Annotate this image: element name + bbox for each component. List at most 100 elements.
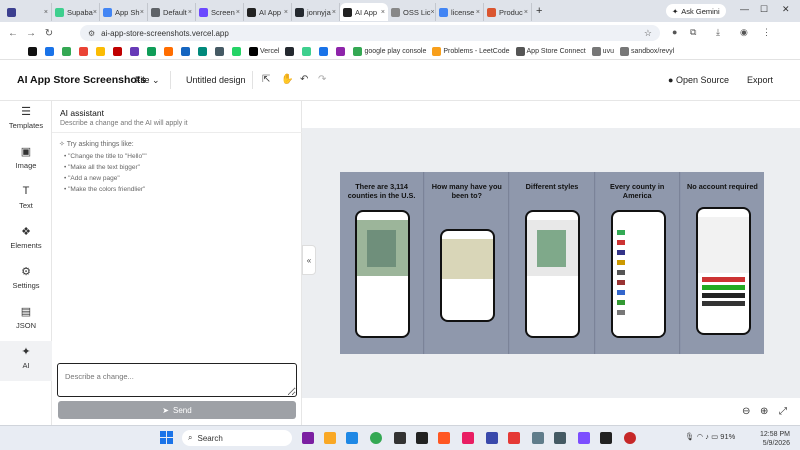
- suggestion-item[interactable]: • "Change the title to "Hello"": [64, 153, 147, 160]
- bookmark-item[interactable]: [147, 47, 158, 56]
- bookmark-item[interactable]: [164, 47, 175, 56]
- screenshot-caption[interactable]: No account required: [683, 182, 762, 192]
- app-icon[interactable]: [554, 432, 566, 444]
- suggestion-item[interactable]: • "Make all the text bigger": [64, 164, 140, 171]
- maximize-icon[interactable]: ☐: [760, 4, 768, 15]
- browser-tab[interactable]: license ×: [436, 3, 484, 21]
- back-icon[interactable]: ←: [4, 28, 22, 39]
- site-info-icon[interactable]: ⚙: [88, 29, 95, 38]
- sidebar-item-settings[interactable]: ⚙ Settings: [0, 261, 52, 301]
- address-bar[interactable]: ⚙ ai-app-store-screenshots.vercel.app ☆: [80, 25, 660, 41]
- system-tray[interactable]: 🎙 ◠ ♪ ▭ 91%: [685, 432, 735, 441]
- browser-tab[interactable]: Screen ×: [196, 3, 244, 21]
- screenshot-caption[interactable]: How many have you been to?: [427, 182, 506, 201]
- bookmark-item[interactable]: [181, 47, 192, 56]
- app-icon[interactable]: [600, 432, 612, 444]
- bookmark-item[interactable]: [62, 47, 73, 56]
- close-tab-icon[interactable]: ×: [236, 9, 240, 16]
- bookmark-item[interactable]: [130, 47, 141, 56]
- browser-tab[interactable]: AI App ×: [244, 3, 292, 21]
- sidebar-item-templates[interactable]: ☰ Templates: [0, 101, 52, 141]
- select-tool-icon[interactable]: ⇱: [262, 74, 270, 85]
- export-button[interactable]: Export: [747, 75, 773, 85]
- browser-tab[interactable]: Produc ×: [484, 3, 532, 21]
- settings-app-icon[interactable]: [532, 432, 544, 444]
- send-button[interactable]: ➤ Send: [58, 401, 296, 419]
- hand-tool-icon[interactable]: ✋: [281, 74, 293, 85]
- bookmark-item[interactable]: Vercel: [249, 47, 279, 56]
- bookmark-item[interactable]: [113, 47, 124, 56]
- new-tab-button[interactable]: +: [536, 5, 542, 17]
- extension-icon[interactable]: ●: [672, 27, 677, 37]
- app-icon[interactable]: [508, 432, 520, 444]
- ask-gemini-button[interactable]: ✦ Ask Gemini: [666, 4, 726, 18]
- bookmark-item[interactable]: [215, 47, 226, 56]
- sidebar-item-ai[interactable]: ✦ AI: [0, 341, 52, 381]
- close-tab-icon[interactable]: ×: [381, 9, 385, 16]
- zoom-out-icon[interactable]: ⊖: [742, 406, 750, 417]
- close-tab-icon[interactable]: ×: [284, 9, 288, 16]
- undo-icon[interactable]: ↶: [300, 74, 308, 85]
- screenshot-strip[interactable]: There are 3,114 counties in the U.S. How …: [340, 172, 765, 354]
- bookmark-star-icon[interactable]: ☆: [644, 28, 652, 39]
- sidebar-item-elements[interactable]: ❖ Elements: [0, 221, 52, 261]
- screenshot-caption[interactable]: Every county in America: [598, 182, 677, 201]
- reload-icon[interactable]: ↻: [40, 28, 58, 39]
- extensions-puzzle-icon[interactable]: ⧉: [690, 27, 696, 38]
- system-clock[interactable]: 12:58 PM 5/9/2026: [760, 430, 790, 448]
- browser-tab[interactable]: Default ×: [148, 3, 196, 21]
- browser-tab[interactable]: Supaba ×: [52, 3, 100, 21]
- screenshot-card[interactable]: Every county in America: [595, 172, 680, 354]
- menu-dots-icon[interactable]: ⋮: [762, 27, 771, 38]
- browser-tab[interactable]: App Sh ×: [100, 3, 148, 21]
- sidebar-item-text[interactable]: T Text: [0, 181, 52, 221]
- app-icon[interactable]: [462, 432, 474, 444]
- windows-start-icon[interactable]: [160, 431, 173, 444]
- close-tab-icon[interactable]: ×: [140, 9, 144, 16]
- close-tab-icon[interactable]: ×: [332, 9, 336, 16]
- app-icon[interactable]: [302, 432, 314, 444]
- suggestion-item[interactable]: • "Make the colors friendlier": [64, 186, 145, 193]
- bookmark-item[interactable]: [336, 47, 347, 56]
- bookmark-item[interactable]: [96, 47, 107, 56]
- chrome-icon[interactable]: [370, 432, 382, 444]
- close-tab-icon[interactable]: ×: [431, 9, 435, 16]
- bookmark-item[interactable]: [232, 47, 243, 56]
- bookmark-item[interactable]: uvu: [591, 47, 614, 56]
- redo-icon[interactable]: ↷: [318, 74, 326, 85]
- bookmark-item[interactable]: [79, 47, 90, 56]
- bookmark-item[interactable]: [285, 47, 296, 56]
- screenshot-card[interactable]: Different styles: [510, 172, 595, 354]
- browser-tab[interactable]: ×: [4, 3, 52, 21]
- close-tab-icon[interactable]: ×: [524, 9, 528, 16]
- app-icon[interactable]: [486, 432, 498, 444]
- open-source-link[interactable]: ● Open Source: [668, 75, 729, 85]
- change-description-input[interactable]: [57, 363, 297, 397]
- taskbar-search[interactable]: ⌕ Search: [182, 430, 292, 446]
- app-icon[interactable]: [578, 432, 590, 444]
- app-icon[interactable]: [438, 432, 450, 444]
- sidebar-item-json[interactable]: ▤ JSON: [0, 301, 52, 341]
- bookmark-item[interactable]: google play console: [353, 47, 426, 56]
- zoom-in-icon[interactable]: ⊕: [760, 406, 768, 417]
- bookmark-item[interactable]: sandbox/revyl: [619, 47, 674, 56]
- design-name[interactable]: Untitled design: [186, 75, 246, 85]
- screenshot-card[interactable]: There are 3,114 counties in the U.S.: [340, 172, 425, 354]
- close-tab-icon[interactable]: ×: [93, 9, 97, 16]
- screenshot-card[interactable]: No account required: [680, 172, 765, 354]
- screenshot-caption[interactable]: Different styles: [512, 182, 591, 192]
- vscode-icon[interactable]: [346, 432, 358, 444]
- fit-to-screen-icon[interactable]: ⤢: [779, 406, 787, 417]
- browser-tab[interactable]: AI App ×: [340, 3, 388, 21]
- browser-tab[interactable]: OSS Lic ×: [388, 3, 436, 21]
- forward-icon[interactable]: →: [22, 28, 40, 39]
- design-canvas[interactable]: « There are 3,114 counties in the U.S. Ho…: [302, 101, 800, 425]
- file-explorer-icon[interactable]: [324, 432, 336, 444]
- collapse-panel-button[interactable]: «: [302, 245, 316, 275]
- close-tab-icon[interactable]: ×: [476, 9, 480, 16]
- screenshot-caption[interactable]: There are 3,114 counties in the U.S.: [342, 182, 421, 201]
- bookmark-item[interactable]: App Store Connect: [515, 47, 586, 56]
- bookmark-item[interactable]: [319, 47, 330, 56]
- bookmark-item[interactable]: [45, 47, 56, 56]
- close-tab-icon[interactable]: ×: [188, 9, 192, 16]
